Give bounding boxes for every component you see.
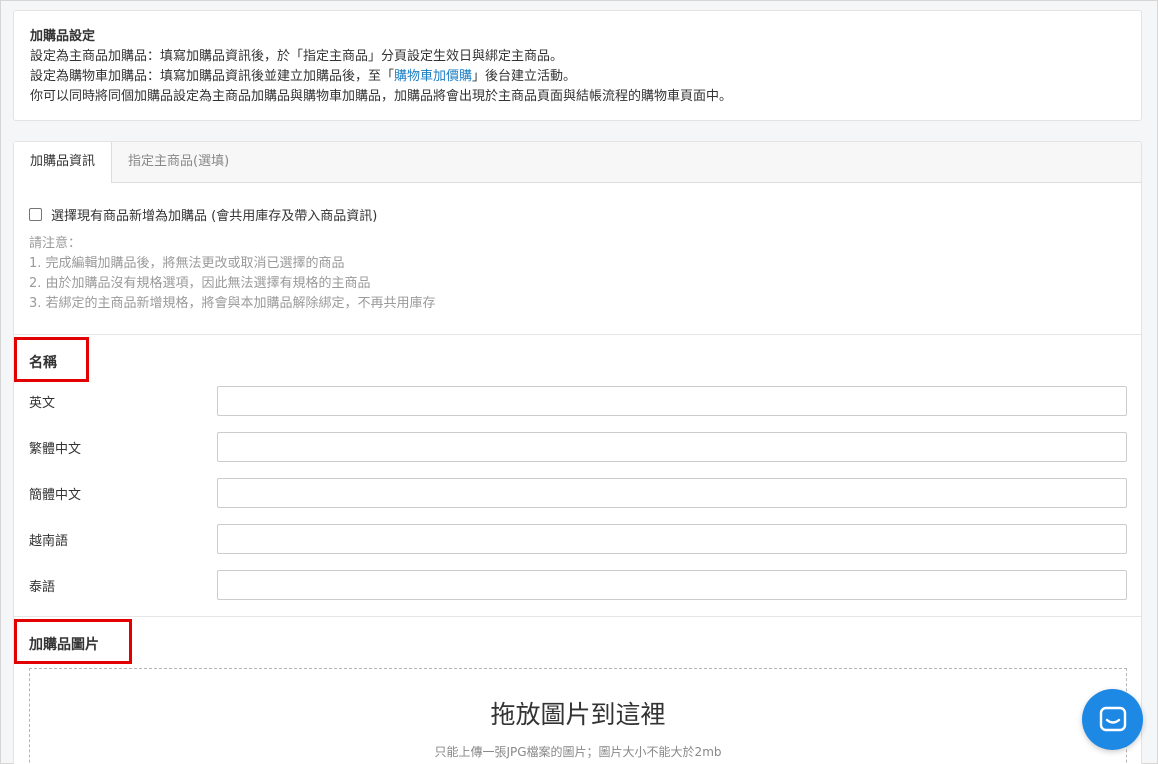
name-label-vietnamese: 越南語	[29, 534, 69, 549]
tab-bar: 加購品資訊 指定主商品(選填)	[14, 142, 1141, 183]
name-input-thai[interactable]	[217, 570, 1127, 600]
name-input-traditional-chinese[interactable]	[217, 432, 1127, 462]
image-dropzone[interactable]: 拖放圖片到這裡 只能上傳一張JPG檔案的圖片；圖片大小不能大於2mb	[29, 668, 1127, 764]
notice-line-3: 你可以同時將同個加購品設定為主商品加購品與購物車加購品，加購品將會出現於主商品頁…	[30, 89, 733, 104]
note-item-3: 3. 若綁定的主商品新增規格，將會與本加購品解除綁定，不再共用庫存	[29, 296, 436, 311]
existing-product-checkbox[interactable]	[29, 208, 42, 221]
dropzone-title: 拖放圖片到這裡	[490, 700, 666, 729]
chat-launcher-button[interactable]	[1082, 689, 1143, 750]
chat-bubble-icon	[1099, 706, 1126, 731]
name-row-english: 英文	[29, 386, 1128, 416]
notice-line-1: 設定為主商品加購品：填寫加購品資訊後，於「指定主商品」分頁設定生效日與綁定主商品…	[30, 49, 564, 64]
note-heading: 請注意：	[29, 236, 82, 251]
name-section: 名稱 英文 繁體中文 簡體中文 越南語 泰語	[14, 335, 1141, 617]
tab-addon-info[interactable]: 加購品資訊	[14, 142, 113, 183]
name-row-simplified-chinese: 簡體中文	[29, 478, 1128, 508]
name-row-thai: 泰語	[29, 570, 1128, 600]
name-row-traditional-chinese: 繁體中文	[29, 432, 1128, 462]
notice-title: 加購品設定	[30, 29, 96, 44]
note-item-2: 2. 由於加購品沒有規格選項，因此無法選擇有規格的主商品	[29, 276, 371, 291]
tab-main-products[interactable]: 指定主商品(選填)	[112, 142, 245, 182]
name-label-english: 英文	[29, 396, 56, 411]
name-row-vietnamese: 越南語	[29, 524, 1128, 554]
notice-box: 加購品設定 設定為主商品加購品：填寫加購品資訊後，於「指定主商品」分頁設定生效日…	[13, 10, 1142, 121]
name-label-traditional-chinese: 繁體中文	[29, 442, 82, 457]
existing-product-label[interactable]: 選擇現有商品新增為加購品 (會共用庫存及帶入商品資訊)	[51, 205, 377, 224]
name-label-simplified-chinese: 簡體中文	[29, 488, 82, 503]
notice-line-2-prefix: 設定為購物車加購品：填寫加購品資訊後並建立加購品後，至「	[30, 69, 395, 84]
dropzone-hint: 只能上傳一張JPG檔案的圖片；圖片大小不能大於2mb	[434, 745, 722, 759]
name-label-thai: 泰語	[29, 580, 56, 595]
image-section: 加購品圖片 拖放圖片到這裡 只能上傳一張JPG檔案的圖片；圖片大小不能大於2mb	[14, 617, 1141, 764]
existing-product-section: 選擇現有商品新增為加購品 (會共用庫存及帶入商品資訊) 請注意： 1. 完成編輯…	[14, 183, 1141, 335]
notice-line-2-suffix: 」後台建立活動。	[472, 69, 577, 84]
existing-product-row: 選擇現有商品新增為加購品 (會共用庫存及帶入商品資訊)	[29, 205, 1126, 224]
notes: 請注意： 1. 完成編輯加購品後，將無法更改或取消已選擇的商品 2. 由於加購品…	[29, 234, 1126, 314]
cart-upsell-link[interactable]: 購物車加價購	[394, 69, 472, 84]
image-section-title: 加購品圖片	[29, 637, 99, 653]
note-item-1: 1. 完成編輯加購品後，將無法更改或取消已選擇的商品	[29, 256, 345, 271]
name-input-vietnamese[interactable]	[217, 524, 1127, 554]
name-input-simplified-chinese[interactable]	[217, 478, 1127, 508]
name-input-english[interactable]	[217, 386, 1127, 416]
addon-form-panel: 加購品資訊 指定主商品(選填) 選擇現有商品新增為加購品 (會共用庫存及帶入商品…	[13, 141, 1142, 764]
name-section-title: 名稱	[29, 355, 57, 371]
notice-line-2: 設定為購物車加購品：填寫加購品資訊後並建立加購品後，至「購物車加價購」後台建立活…	[30, 67, 1125, 87]
